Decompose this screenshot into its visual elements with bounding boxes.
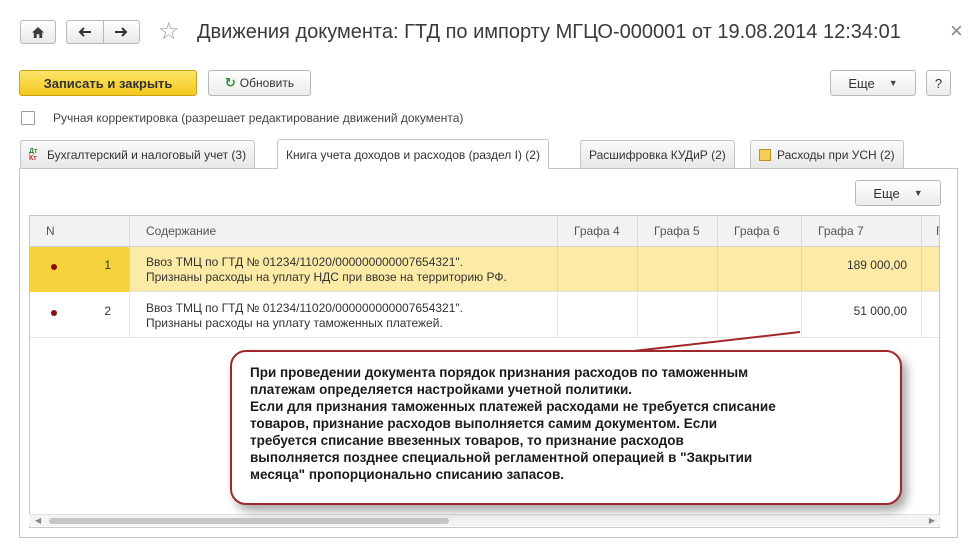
tab-kudir-breakdown[interactable]: Расшифровка КУДиР (2) [580, 140, 735, 168]
tab-label: Расходы при УСН (2) [777, 147, 895, 162]
cell-g6 [718, 293, 802, 338]
callout-line: требуется списание ввезенных товаров, то… [250, 433, 684, 448]
arrow-left-icon [78, 27, 91, 37]
callout-line: выполняется позднее специальной регламен… [250, 450, 753, 465]
window-title: Движения документа: ГТД по импорту МГЦО-… [197, 21, 901, 43]
callout-line: Если для признания таможенных платежей р… [250, 399, 776, 414]
cell-g7: 51 000,00 [802, 293, 922, 338]
row-marker-icon [51, 310, 57, 316]
close-icon[interactable]: × [950, 18, 963, 44]
back-button[interactable] [67, 21, 103, 43]
tab-label: Бухгалтерский и налоговый учет (3) [47, 147, 247, 162]
refresh-label: Обновить [239, 76, 295, 90]
cell-content: Ввоз ТМЦ по ГТД № 01234/11020/0000000000… [130, 293, 558, 338]
tab-income-expense-book[interactable]: Книга учета доходов и расходов (раздел I… [277, 139, 549, 169]
more-label: Еще [873, 185, 900, 201]
tab-usn-expenses[interactable]: Расходы при УСН (2) [750, 140, 904, 168]
tab-label: Книга учета доходов и расходов (раздел I… [286, 147, 540, 162]
column-header-n[interactable]: N [30, 216, 130, 247]
arrow-right-icon [115, 27, 128, 37]
help-button[interactable]: ? [926, 70, 951, 96]
row-marker-icon [51, 264, 57, 270]
refresh-icon: ↻ [224, 75, 236, 90]
horizontal-scrollbar[interactable]: ◀ ▶ [29, 514, 940, 526]
column-header-g5[interactable]: Графа 5 [638, 216, 718, 247]
column-header-g6[interactable]: Графа 6 [718, 216, 802, 247]
tab-label: Расшифровка КУДиР (2) [589, 147, 726, 162]
manual-edit-label: Ручная корректировка (разрешает редактир… [53, 111, 464, 125]
callout-line: платежам определяется настройками учетно… [250, 382, 633, 397]
save-and-close-button[interactable]: Записать и закрыть [19, 70, 197, 96]
content-line: Ввоз ТМЦ по ГТД № 01234/11020/0000000000… [146, 255, 463, 269]
table-more-button[interactable]: Еще ▼ [855, 180, 941, 206]
more-actions-button[interactable]: Еще ▼ [830, 70, 916, 96]
content-line: Признаны расходы на уплату таможенных пл… [146, 316, 443, 330]
callout-line: месяца" пропорционально списанию запасов… [250, 467, 565, 482]
dt-kt-icon: Дт Кт [29, 147, 38, 162]
cell-n: 2 [30, 293, 130, 338]
more-label: Еще [848, 75, 875, 91]
callout-line: При проведении документа порядок признан… [250, 365, 749, 380]
caret-down-icon: ▼ [913, 188, 923, 198]
column-header-content[interactable]: Содержание [130, 216, 558, 247]
cell-g5 [638, 293, 718, 338]
table-row[interactable]: 2 Ввоз ТМЦ по ГТД № 01234/11020/00000000… [30, 293, 939, 338]
callout-line: товаров, признание расходов выполняется … [250, 416, 718, 431]
cell-g5 [638, 247, 718, 292]
tab-accounting-tax[interactable]: Дт Кт Бухгалтерский и налоговый учет (3) [20, 140, 256, 168]
scrollbar-thumb[interactable] [49, 518, 449, 524]
table-header: N Содержание Графа 4 Графа 5 Графа 6 Гра… [30, 216, 939, 247]
home-button[interactable] [20, 20, 56, 44]
content-line: Признаны расходы на уплату НДС при ввозе… [146, 270, 507, 284]
cell-n: 1 [30, 247, 130, 292]
caret-down-icon: ▼ [888, 78, 898, 88]
favorite-star-icon[interactable]: ☆ [158, 19, 180, 45]
cell-g6 [718, 247, 802, 292]
column-header-g4[interactable]: Графа 4 [558, 216, 638, 247]
column-header-g8-partial[interactable]: Г [922, 216, 939, 247]
cell-g4 [558, 293, 638, 338]
cell-g4 [558, 247, 638, 292]
explanation-callout: При проведении документа порядок признан… [230, 350, 902, 505]
home-icon [32, 26, 44, 38]
manual-edit-checkbox[interactable] [21, 111, 35, 125]
document-icon [759, 148, 771, 161]
scroll-left-icon[interactable]: ◀ [35, 516, 41, 525]
scroll-right-icon[interactable]: ▶ [929, 516, 935, 525]
table-row[interactable]: 1 Ввоз ТМЦ по ГТД № 01234/11020/00000000… [30, 247, 939, 292]
cell-g7: 189 000,00 [802, 247, 922, 292]
forward-button[interactable] [102, 21, 140, 43]
content-line: Ввоз ТМЦ по ГТД № 01234/11020/0000000000… [146, 301, 463, 315]
column-header-g7[interactable]: Графа 7 [802, 216, 922, 247]
cell-content: Ввоз ТМЦ по ГТД № 01234/11020/0000000000… [130, 247, 558, 292]
history-navigation [66, 20, 140, 44]
refresh-button[interactable]: ↻ Обновить [208, 70, 311, 96]
